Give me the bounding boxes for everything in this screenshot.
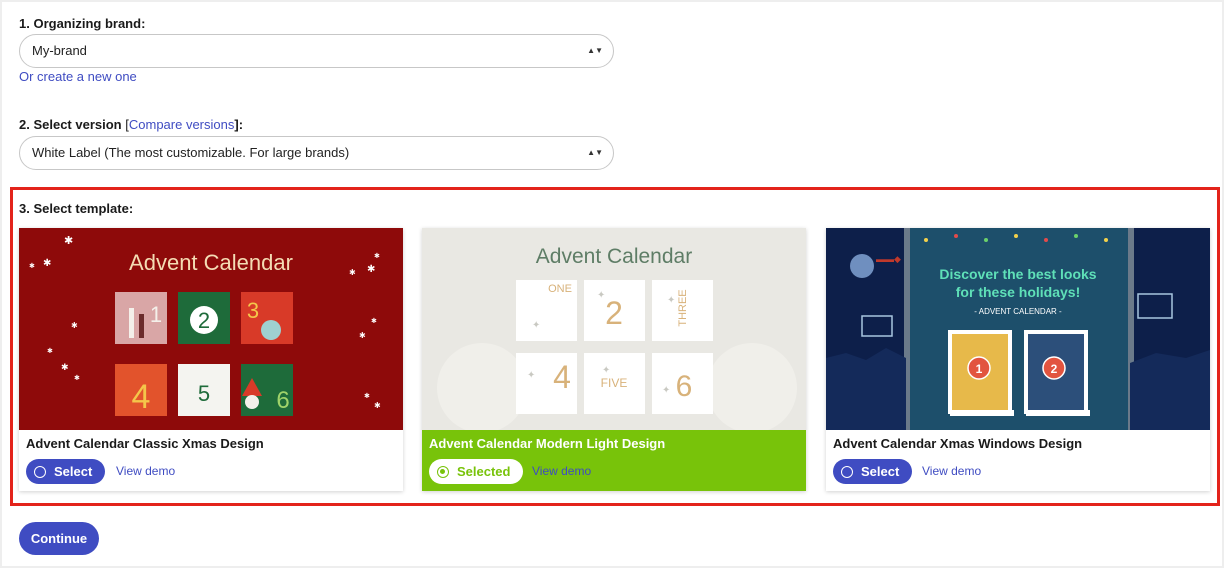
radio-icon <box>841 465 853 478</box>
select-arrows-icon: ▲▼ <box>587 148 603 157</box>
svg-text:✱: ✱ <box>374 252 380 260</box>
svg-text:✱: ✱ <box>367 264 375 275</box>
svg-text:✱: ✱ <box>371 317 377 325</box>
thumb-number-6: 6 <box>276 387 289 414</box>
thumb-number-2: 2 <box>605 295 623 331</box>
svg-text:✦: ✦ <box>597 290 605 301</box>
brand-select-value: My-brand <box>32 43 87 58</box>
svg-text:✱: ✱ <box>349 268 356 277</box>
thumb-number-2: 2 <box>1051 362 1058 376</box>
select-button-label: Select <box>54 464 93 479</box>
select-arrows-icon: ▲▼ <box>587 46 603 55</box>
svg-text:✱: ✱ <box>47 347 53 355</box>
continue-button[interactable]: Continue <box>19 522 99 555</box>
select-button-label: Selected <box>457 464 511 479</box>
svg-text:✱: ✱ <box>364 392 370 400</box>
brand-label: 1. Organizing brand: <box>19 16 146 31</box>
page: 1. Organizing brand: My-brand ▲▼ Or crea… <box>2 2 1222 566</box>
thumb-title-text: Advent Calendar <box>129 250 293 275</box>
template-thumbnail-classic[interactable]: ✱ ✱ ✱ ✱ ✱ ✱ ✱ ✱ ✱ ✱ ✱ ✱ ✱ ✱ Advent Calendar 1 2 <box>19 228 403 430</box>
template-title: Advent Calendar Xmas Windows Design <box>833 436 1083 451</box>
brand-select[interactable]: My-brand ▲▼ <box>19 34 614 68</box>
thumb-number-6: 6 <box>676 370 693 403</box>
version-label: 2. Select version <box>19 117 122 132</box>
version-select[interactable]: White Label (The most customizable. For … <box>19 136 614 170</box>
thumb-number-2: 2 <box>198 308 210 333</box>
thumb-number-1: 1 <box>150 302 162 327</box>
thumb-number-4: 4 <box>553 359 571 395</box>
template-title: Advent Calendar Classic Xmas Design <box>26 436 264 451</box>
selected-template-button[interactable]: Selected <box>429 459 524 484</box>
thumb-number-1: ONE <box>548 283 572 295</box>
svg-text:✦: ✦ <box>667 295 675 306</box>
template-card-classic[interactable]: ✱ ✱ ✱ ✱ ✱ ✱ ✱ ✱ ✱ ✱ ✱ ✱ ✱ ✱ Advent Calendar 1 2 <box>19 228 403 491</box>
template-card-modern[interactable]: Advent Calendar ONE 2 THREE 4 FIVE 6 ✦ ✦… <box>422 228 806 491</box>
svg-text:✱: ✱ <box>74 374 80 382</box>
svg-text:✱: ✱ <box>359 331 366 340</box>
version-select-value: White Label (The most customizable. For … <box>32 145 350 160</box>
thumb-subtitle: - ADVENT CALENDAR - <box>974 307 1062 316</box>
template-card-windows[interactable]: ▬▬◆ Discover the best looks for these ho… <box>826 228 1210 491</box>
svg-text:✱: ✱ <box>61 362 69 372</box>
svg-text:✦: ✦ <box>662 385 670 396</box>
thumb-headline-2: for these holidays! <box>956 284 1080 300</box>
create-brand-link[interactable]: Or create a new one <box>19 69 137 84</box>
template-label: 3. Select template: <box>19 201 134 216</box>
thumb-number-1: 1 <box>976 362 983 376</box>
svg-text:✱: ✱ <box>29 262 35 270</box>
view-demo-link[interactable]: View demo <box>116 464 175 478</box>
thumb-number-5: 5 <box>198 381 210 406</box>
svg-text:✦: ✦ <box>532 320 540 331</box>
version-label-row: 2. Select version [Compare versions]: <box>19 117 243 132</box>
template-thumbnail-windows[interactable]: ▬▬◆ Discover the best looks for these ho… <box>826 228 1210 430</box>
thumb-title-text: Advent Calendar <box>536 245 692 268</box>
template-title: Advent Calendar Modern Light Design <box>429 436 666 451</box>
thumb-headline-1: Discover the best looks <box>939 266 1096 282</box>
svg-text:✱: ✱ <box>374 401 381 410</box>
bracket-close: ]: <box>234 117 244 132</box>
select-button-label: Select <box>861 464 900 479</box>
svg-text:✦: ✦ <box>527 370 535 381</box>
thumb-number-4: 4 <box>132 378 151 416</box>
select-template-button[interactable]: Select <box>833 459 913 484</box>
thumb-number-5: FIVE <box>601 376 628 390</box>
svg-text:✱: ✱ <box>43 258 51 269</box>
thumb-number-3: THREE <box>677 289 689 326</box>
thumb-number-3: 3 <box>247 298 259 323</box>
svg-text:✦: ✦ <box>602 365 610 376</box>
svg-text:✱: ✱ <box>71 321 78 330</box>
svg-text:✱: ✱ <box>64 235 73 247</box>
view-demo-link[interactable]: View demo <box>922 464 981 478</box>
radio-icon <box>34 465 46 478</box>
radio-checked-icon <box>437 465 449 478</box>
svg-text:▬▬◆: ▬▬◆ <box>876 254 901 264</box>
compare-versions-link[interactable]: Compare versions <box>129 117 235 132</box>
template-thumbnail-modern[interactable]: Advent Calendar ONE 2 THREE 4 FIVE 6 ✦ ✦… <box>422 228 806 430</box>
view-demo-link[interactable]: View demo <box>532 464 591 478</box>
select-template-button[interactable]: Select <box>26 459 106 484</box>
